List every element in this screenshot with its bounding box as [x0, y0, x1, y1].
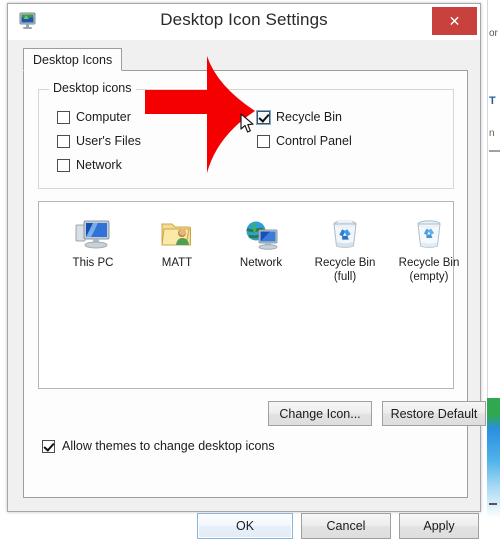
- preview-caption-recycle-bin-empty: Recycle Bin(empty): [383, 256, 475, 284]
- restore-default-button[interactable]: Restore Default: [382, 401, 486, 426]
- checkbox-recycle-bin[interactable]: Recycle Bin: [257, 110, 342, 124]
- tab-desktop-icons[interactable]: Desktop Icons: [23, 48, 122, 71]
- recycle-bin-full-icon: [299, 212, 391, 252]
- preview-caption-recycle-bin-full: Recycle Bin(full): [299, 256, 391, 284]
- ok-button[interactable]: OK: [197, 513, 293, 539]
- cancel-button[interactable]: Cancel: [301, 513, 391, 539]
- checkbox-box-network[interactable]: [57, 159, 70, 172]
- checkbox-label-recycle-bin: Recycle Bin: [276, 110, 342, 124]
- display-settings-icon: [17, 12, 38, 31]
- desktop-icons-group: Desktop icons Computer User's Files Netw…: [38, 89, 454, 189]
- window-title: Desktop Icon Settings: [8, 10, 480, 30]
- recycle-bin-empty-icon: [383, 212, 475, 252]
- checkbox-computer[interactable]: Computer: [57, 110, 131, 124]
- checkbox-label-computer: Computer: [76, 110, 131, 124]
- checkbox-box-users-files[interactable]: [57, 135, 70, 148]
- desktop-icon-settings-dialog: Desktop Icon Settings ✕ Desktop Icons De…: [7, 3, 481, 512]
- checkbox-box-allow-themes[interactable]: [42, 440, 55, 453]
- computer-monitor-icon: [47, 212, 139, 252]
- checkbox-label-network: Network: [76, 158, 122, 172]
- checkbox-box-control-panel[interactable]: [257, 135, 270, 148]
- background-rule: [489, 150, 500, 152]
- checkbox-label-allow-themes: Allow themes to change desktop icons: [62, 439, 275, 453]
- checkbox-control-panel[interactable]: Control Panel: [257, 134, 352, 148]
- preview-item-recycle-bin-empty[interactable]: Recycle Bin(empty): [383, 212, 475, 284]
- background-text-fragment-a: or: [489, 28, 498, 39]
- change-icon-button[interactable]: Change Icon...: [268, 401, 372, 426]
- background-dash: [489, 503, 497, 505]
- checkbox-label-control-panel: Control Panel: [276, 134, 352, 148]
- apply-button[interactable]: Apply: [399, 513, 479, 539]
- icon-preview-panel: This PC MATT: [38, 201, 454, 389]
- close-icon[interactable]: ✕: [432, 7, 477, 35]
- preview-item-this-pc[interactable]: This PC: [47, 212, 139, 270]
- checkbox-allow-themes[interactable]: Allow themes to change desktop icons: [42, 439, 275, 453]
- background-text-fragment-c: n: [489, 128, 495, 139]
- preview-caption-matt: MATT: [131, 256, 223, 270]
- background-text-fragment-b: T: [489, 95, 496, 107]
- preview-item-matt[interactable]: MATT: [131, 212, 223, 270]
- user-folder-icon: [131, 212, 223, 252]
- tab-strip: Desktop Icons: [23, 48, 468, 72]
- checkbox-users-files[interactable]: User's Files: [57, 134, 141, 148]
- group-legend: Desktop icons: [49, 81, 136, 95]
- dialog-body: Desktop Icons Desktop icons Computer Use…: [8, 40, 480, 511]
- desktop-wallpaper-strip: [487, 398, 500, 518]
- preview-item-recycle-bin-full[interactable]: Recycle Bin(full): [299, 212, 391, 284]
- checkbox-network[interactable]: Network: [57, 158, 122, 172]
- tab-page-desktop-icons: Desktop icons Computer User's Files Netw…: [23, 70, 468, 498]
- preview-caption-network: Network: [215, 256, 307, 270]
- network-globe-icon: [215, 212, 307, 252]
- checkbox-box-computer[interactable]: [57, 111, 70, 124]
- preview-item-network[interactable]: Network: [215, 212, 307, 270]
- preview-caption-this-pc: This PC: [47, 256, 139, 270]
- checkbox-box-recycle-bin[interactable]: [257, 111, 270, 124]
- title-bar[interactable]: Desktop Icon Settings ✕: [8, 4, 480, 41]
- checkbox-label-users-files: User's Files: [76, 134, 141, 148]
